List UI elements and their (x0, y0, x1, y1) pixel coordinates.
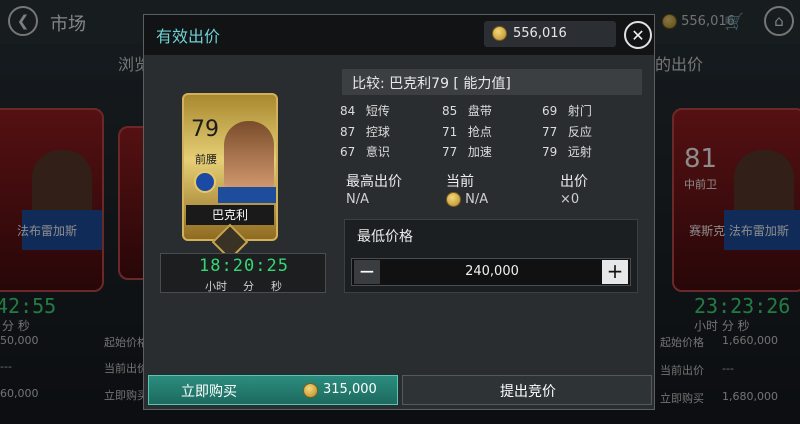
card-player-name: 巴克利 (186, 205, 274, 225)
stat-shooting: 69 射门 (542, 104, 592, 118)
close-button[interactable]: ✕ (624, 21, 652, 49)
min-price-value: 240,000 (465, 264, 519, 279)
dialog-title: 有效出价 (156, 27, 221, 46)
place-bid-button[interactable]: 提出竞价 (402, 375, 652, 405)
close-icon: ✕ (631, 25, 645, 45)
place-bid-label: 提出竞价 (500, 384, 556, 400)
current-label: 当前 (446, 174, 474, 190)
stat-reactions: 77 反应 (542, 125, 592, 139)
highest-bid-value: N/A (346, 192, 369, 207)
club-crest-icon (194, 171, 216, 193)
min-price-panel: 最低价格 − 240,000 + (344, 219, 638, 293)
compare-header: 比较: 巴克利79 [ 能力值] (342, 69, 642, 95)
timer-unit-minutes: 分 (243, 280, 254, 293)
dialog-coin-balance: 556,016 (484, 21, 616, 47)
stat-short-pass: 84 短传 (340, 104, 390, 118)
auction-timer: 18:20:25 小时 分 秒 (160, 253, 326, 293)
min-price-label: 最低价格 (357, 229, 413, 245)
buy-now-price: 315,000 (323, 382, 377, 397)
card-rating: 79 (191, 117, 219, 142)
stat-positioning: 71 抢点 (442, 125, 492, 139)
player-shirt (218, 187, 276, 203)
timer-unit-seconds: 秒 (271, 280, 282, 293)
min-price-stepper[interactable]: − 240,000 + (351, 258, 631, 286)
decrease-price-button[interactable]: − (354, 260, 380, 284)
player-portrait (224, 121, 274, 191)
card-position: 前腰 (195, 153, 217, 166)
stat-long-shots: 79 远射 (542, 145, 592, 159)
buy-now-button[interactable]: 立即购买 315,000 (148, 375, 398, 405)
coin-icon (303, 383, 318, 398)
timer-value: 18:20:25 (199, 256, 289, 276)
timer-unit-hours: 小时 (205, 280, 227, 293)
stat-dribbling: 85 盘带 (442, 104, 492, 118)
bids-label: 出价 (560, 174, 588, 190)
current-value: N/A (446, 192, 488, 207)
stat-vision: 67 意识 (340, 145, 390, 159)
increase-price-button[interactable]: + (602, 260, 628, 284)
active-bid-dialog: 有效出价 556,016 ✕ 79 前腰 巴克利 18:20:25 小时 分 秒… (143, 14, 655, 410)
stat-acceleration: 77 加速 (442, 145, 492, 159)
coin-icon (492, 26, 507, 41)
coin-icon (446, 192, 461, 207)
highest-bid-label: 最高出价 (346, 174, 402, 190)
bids-count: ×0 (560, 192, 580, 207)
stat-ball-control: 87 控球 (340, 125, 390, 139)
player-card: 79 前腰 巴克利 (182, 93, 278, 261)
buy-now-label: 立即购买 (181, 384, 237, 400)
